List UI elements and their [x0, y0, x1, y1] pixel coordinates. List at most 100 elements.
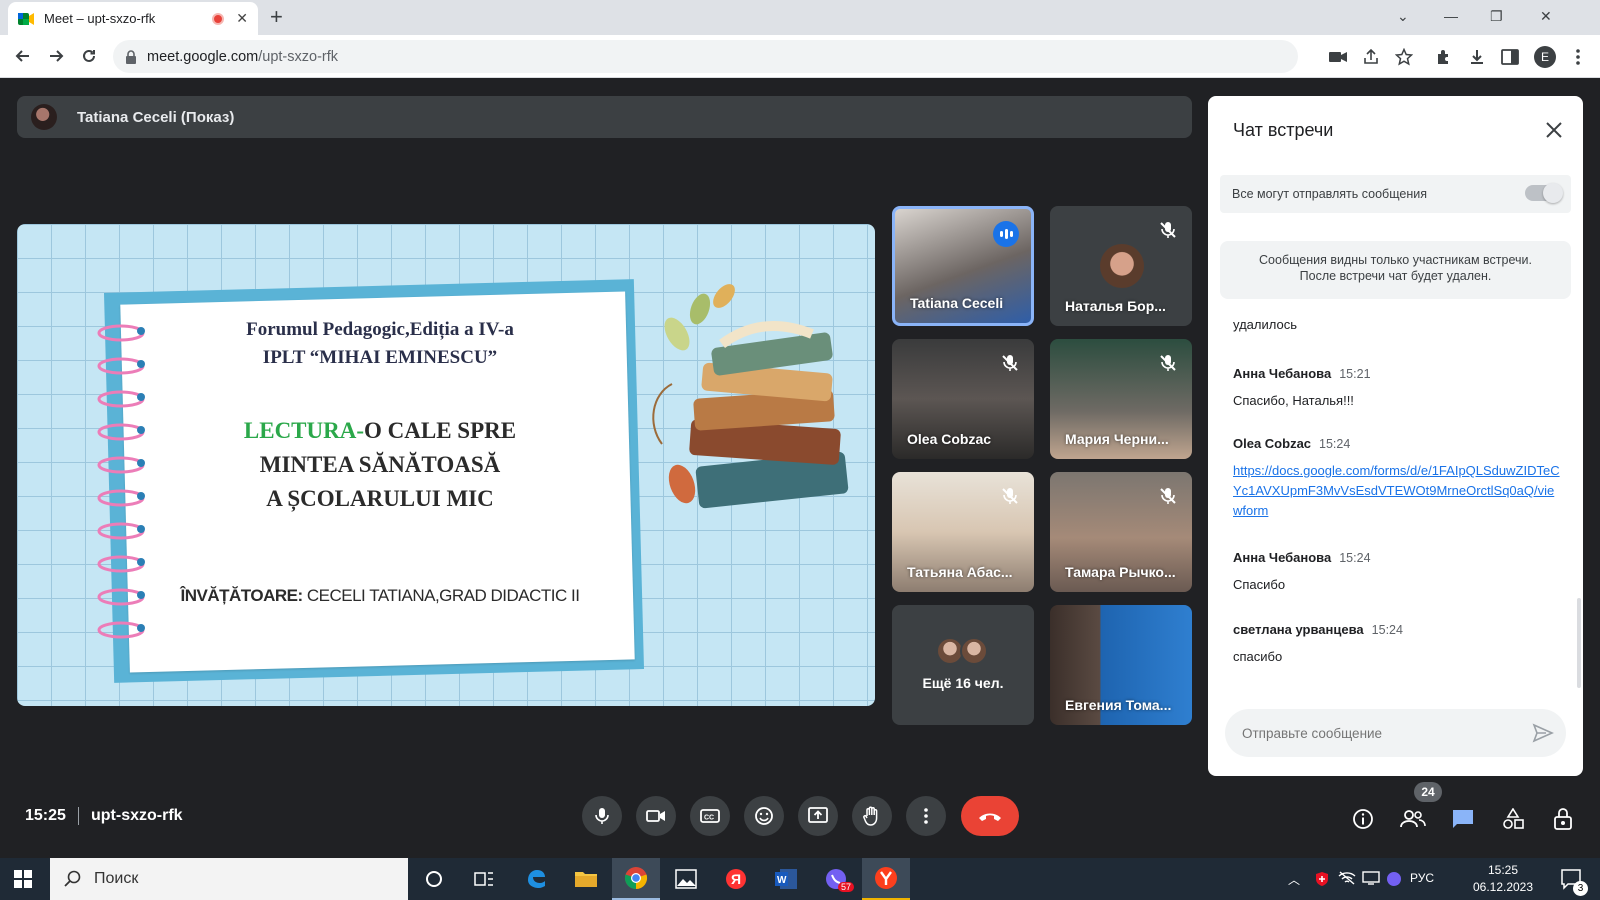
recording-indicator-icon [212, 12, 225, 25]
host-controls-icon[interactable] [1550, 806, 1576, 832]
edge-icon[interactable] [512, 858, 560, 900]
tab-search-icon[interactable]: ⌄ [1397, 8, 1409, 25]
chat-icon[interactable] [1450, 806, 1476, 832]
captions-button[interactable]: CC [690, 796, 730, 836]
new-tab-button[interactable]: + [270, 6, 283, 28]
address-bar[interactable]: meet.google.com/upt-sxzo-rfk [113, 40, 1298, 73]
slide-title-part: O CALE SPRE [364, 418, 517, 443]
participant-tile[interactable]: Olea Cobzac [892, 339, 1034, 459]
participant-tile[interactable]: Евгения Тома... [1050, 605, 1192, 725]
svg-text:W: W [777, 875, 787, 886]
share-icon[interactable] [1361, 47, 1381, 67]
participant-tile[interactable]: Тамара Рычко... [1050, 472, 1192, 592]
chat-permission-toggle[interactable] [1525, 183, 1563, 203]
maximize-button[interactable]: ❐ [1490, 8, 1503, 25]
end-call-button[interactable] [961, 796, 1019, 836]
chat-message-time: 15:24 [1339, 551, 1371, 565]
more-options-button[interactable] [906, 796, 946, 836]
chat-message-author: Анна Чебанова [1233, 550, 1332, 565]
minimize-button[interactable]: — [1444, 8, 1458, 24]
activities-icon[interactable] [1500, 806, 1526, 832]
slide-text-block: Forumul Pedagogic,Ediția a IV-a IPLT “MI… [135, 316, 625, 606]
chat-message-input[interactable] [1242, 725, 1512, 741]
side-panel-icon[interactable] [1500, 47, 1520, 67]
viber-icon[interactable]: 57 [812, 858, 860, 900]
network-icon[interactable] [1338, 871, 1356, 885]
mic-button[interactable] [582, 796, 622, 836]
chat-title: Чат встречи [1233, 120, 1334, 140]
url-path: /upt-sxzo-rfk [258, 48, 338, 65]
camera-icon[interactable] [1328, 47, 1348, 67]
system-time: 15:25 [1487, 863, 1519, 877]
meeting-code: upt-sxzo-rfk [91, 807, 183, 824]
system-clock[interactable]: 15:25 06.12.2023 [1472, 862, 1534, 896]
more-participants-avatars [936, 637, 988, 665]
reload-icon [83, 49, 95, 62]
profile-avatar[interactable]: E [1534, 46, 1556, 68]
chrome-icon[interactable] [612, 858, 660, 900]
language-indicator[interactable]: РУС [1410, 871, 1434, 885]
extensions-icon[interactable] [1434, 47, 1454, 67]
chat-message-text: Спасибо, Наталья!!! [1233, 393, 1354, 408]
arrow-left-icon [15, 50, 29, 62]
raise-hand-button[interactable] [852, 796, 892, 836]
lock-icon [126, 49, 136, 64]
chat-message-link[interactable]: https://docs.google.com/forms/d/e/1FAIpQ… [1233, 461, 1563, 521]
taskbar-search[interactable]: Поиск [50, 858, 408, 900]
cortana-icon[interactable] [410, 858, 458, 900]
chat-message-text: Спасибо [1233, 577, 1286, 592]
word-icon[interactable]: W [762, 858, 810, 900]
security-shield-icon[interactable] [1314, 871, 1330, 887]
meeting-clock: 15:25 [25, 807, 66, 824]
viber-tray-icon[interactable] [1386, 871, 1402, 887]
browser-toolbar: meet.google.com/upt-sxzo-rfk E [0, 35, 1600, 78]
tab-title: Meet – upt-sxzo-rfk [44, 11, 156, 26]
file-explorer-icon[interactable] [562, 858, 610, 900]
more-participants-tile[interactable]: Ещё 16 чел. [892, 605, 1034, 725]
system-date: 06.12.2023 [1472, 880, 1534, 894]
window-close-button[interactable]: ✕ [1540, 8, 1552, 25]
menu-dots-icon[interactable] [1568, 47, 1588, 67]
present-button[interactable] [798, 796, 838, 836]
tray-chevron-icon[interactable]: ︿ [1288, 871, 1300, 888]
chat-scrollbar[interactable] [1577, 598, 1581, 688]
participant-name: Мария Черни... [1065, 431, 1169, 447]
more-vert-icon [924, 808, 928, 824]
participant-tile[interactable]: Татьяна Абас... [892, 472, 1034, 592]
download-icon[interactable] [1467, 47, 1487, 67]
display-icon[interactable] [1362, 871, 1380, 885]
yandex-browser-icon[interactable]: Я [712, 858, 760, 900]
camera-button[interactable] [636, 796, 676, 836]
chat-notice-line1: Сообщения видны только участникам встреч… [1259, 253, 1532, 267]
windows-start-icon[interactable] [14, 870, 32, 888]
meeting-info-icon[interactable] [1350, 806, 1376, 832]
emoji-button[interactable] [744, 796, 784, 836]
participant-tile[interactable]: Tatiana Ceceli [892, 206, 1034, 326]
star-icon[interactable] [1394, 47, 1414, 67]
browser-tab-strip: Meet – upt-sxzo-rfk ✕ + ⌄ — ❐ ✕ [0, 0, 1600, 35]
back-button[interactable] [12, 45, 34, 67]
participant-tile[interactable]: Наталья Бор... [1050, 206, 1192, 326]
video-camera-icon [646, 810, 665, 822]
chat-message-list[interactable]: удалилось Анна Чебанова 15:21 Спасибо, На… [1208, 299, 1583, 699]
more-participants-label: Ещё 16 чел. [922, 675, 1004, 691]
divider [78, 807, 79, 825]
task-view-icon[interactable] [460, 858, 508, 900]
close-icon[interactable] [1542, 118, 1566, 142]
chat-message-fragment: удалилось [1233, 315, 1563, 335]
tab-close-icon[interactable]: ✕ [236, 10, 248, 27]
mic-off-icon [1160, 488, 1176, 504]
participant-tile[interactable]: Мария Черни... [1050, 339, 1192, 459]
participant-name: Наталья Бор... [1065, 298, 1166, 314]
forward-button[interactable] [45, 45, 67, 67]
send-icon[interactable] [1532, 722, 1554, 744]
windows-taskbar: Поиск Я W 57 ︿ РУС 15:25 06.12.2023 3 [0, 858, 1600, 900]
slide-title-line2: MINTEA SĂNĂTOASĂ [259, 452, 501, 477]
people-icon[interactable] [1400, 806, 1426, 832]
photos-icon[interactable] [662, 858, 710, 900]
yandex-icon[interactable] [862, 858, 910, 900]
reload-button[interactable] [78, 45, 100, 67]
speaking-indicator-icon [993, 221, 1019, 247]
chat-message: светлана урванцева 15:24 спасибо [1233, 621, 1563, 667]
browser-tab-meet[interactable]: Meet – upt-sxzo-rfk ✕ [8, 2, 258, 35]
